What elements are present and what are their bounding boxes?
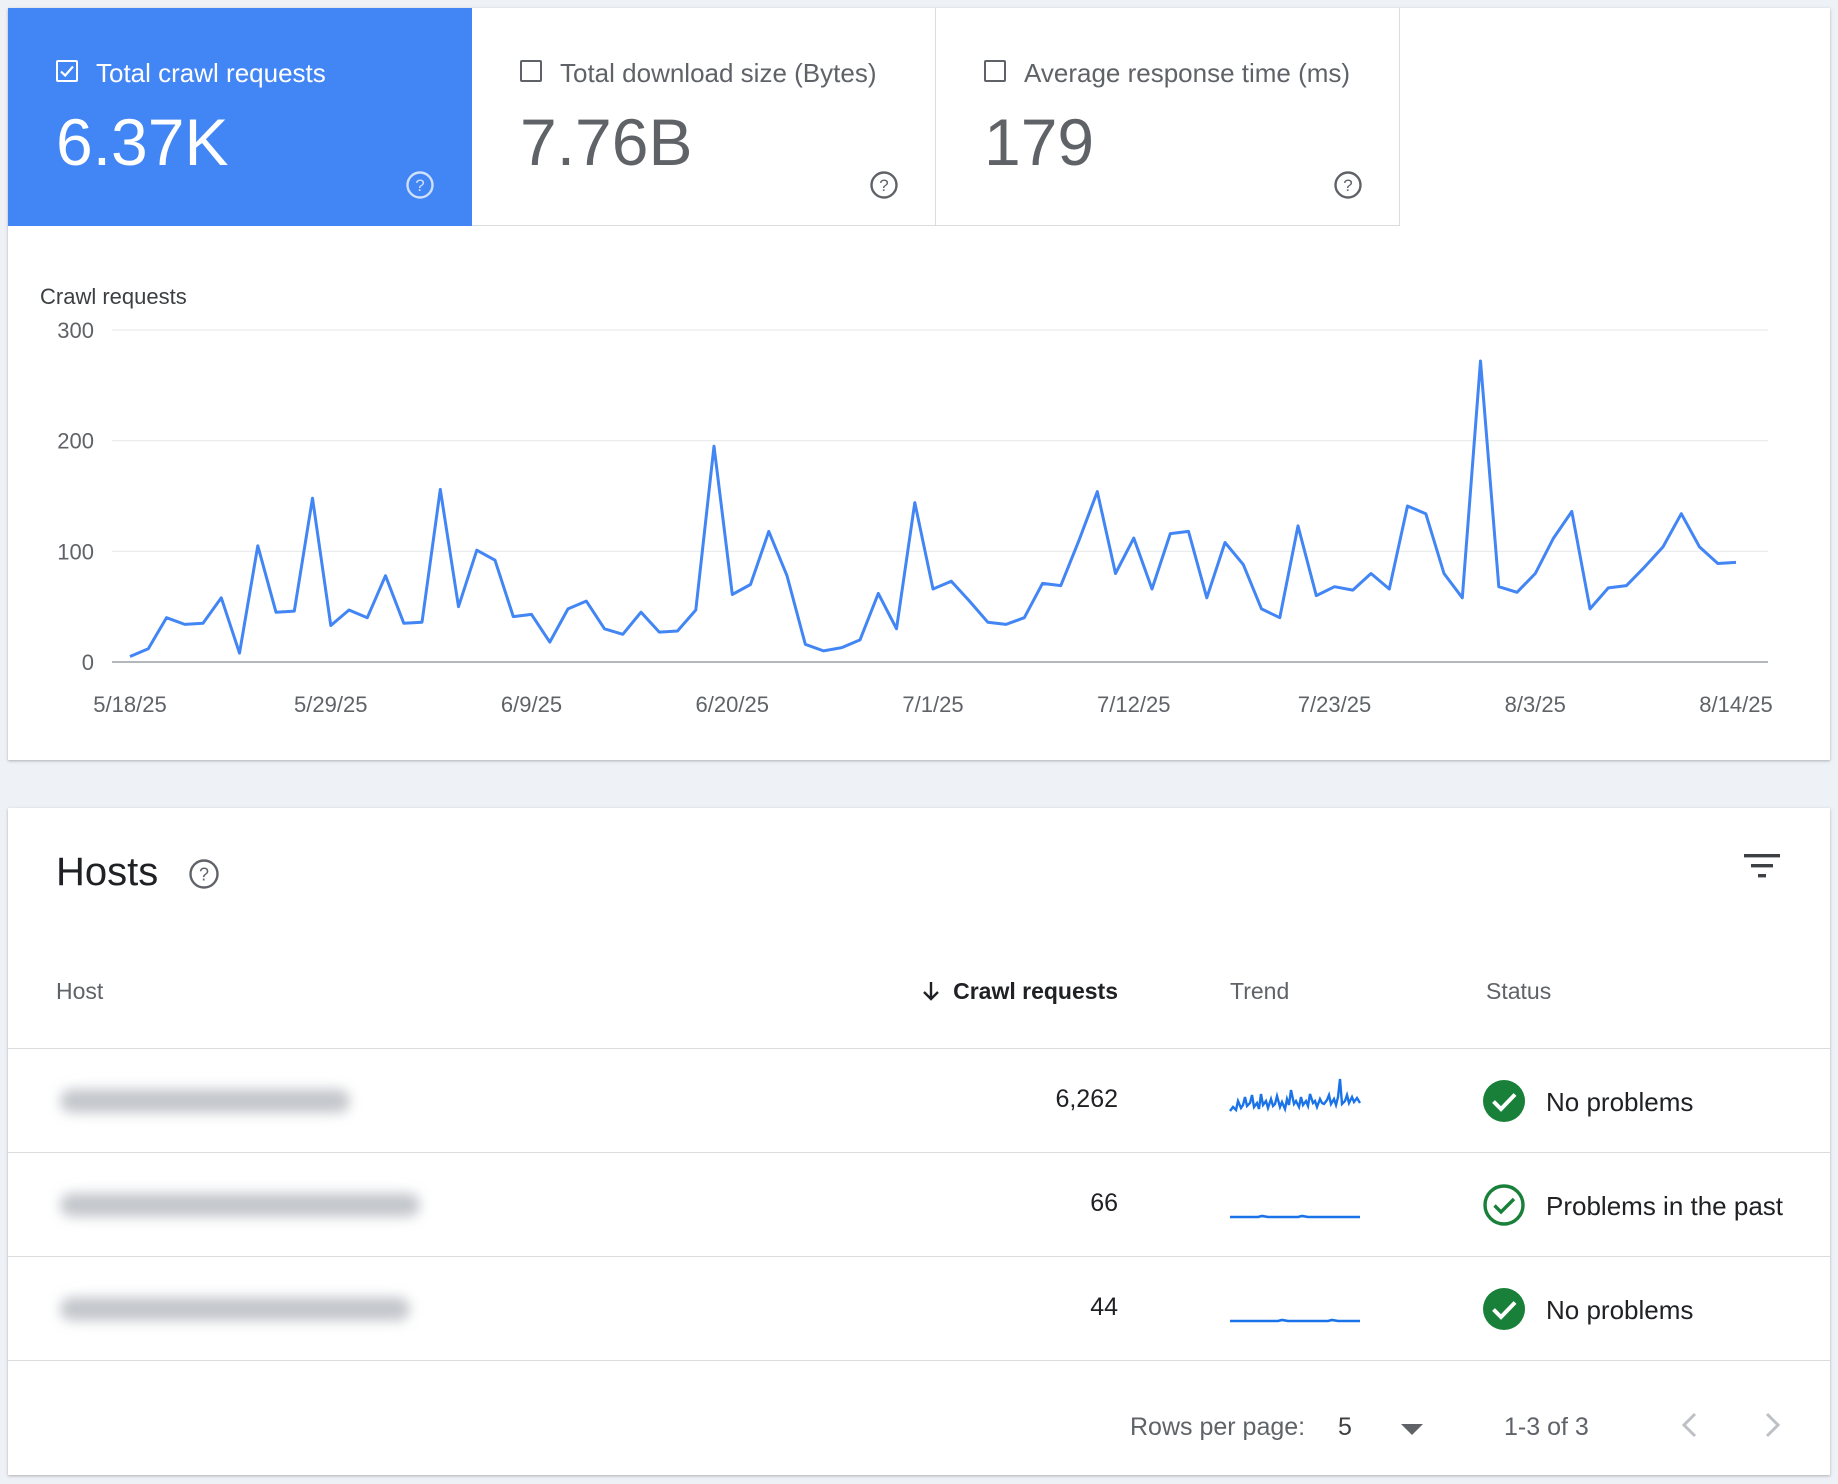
y-tick-label: 0 [82,650,94,675]
rows-per-page-select[interactable]: 5 [1338,1413,1352,1442]
chart-title: Crawl requests [40,284,187,309]
column-header-status[interactable]: Status [1486,978,1551,1005]
y-tick-label: 300 [57,318,94,343]
dropdown-arrow-icon[interactable] [1400,1423,1424,1437]
column-header-trend: Trend [1230,978,1290,1004]
page-range: 1-3 of 3 [1504,1413,1589,1441]
metric-value: 179 [984,105,1095,179]
x-axis: 5/18/25 5/29/25 6/9/25 6/20/25 7/1/25 7/12/25… [93,692,1772,717]
metric-tile-average-response-time[interactable]: Average response time (ms) 179 ? [936,8,1400,226]
svg-text:?: ? [879,176,888,195]
check-circle-outline-icon [1483,1184,1525,1226]
trend-sparkline [1229,1078,1362,1114]
column-header-label: Crawl requests [953,978,1118,1004]
filter-icon[interactable] [1742,850,1782,882]
crawl-requests-value: 66 [1090,1189,1118,1217]
y-tick-label: 100 [57,539,94,564]
status-text: No problems [1546,1295,1694,1325]
table-row[interactable]: 66 Problems in the past [8,1153,1830,1257]
help-icon[interactable]: ? [188,858,220,890]
metric-label: Total download size (Bytes) [560,58,877,88]
status-text: No problems [1546,1087,1694,1117]
check-circle-filled-icon [1483,1288,1525,1330]
column-header-crawl-requests[interactable]: Crawl requests [919,978,1118,1005]
svg-text:?: ? [199,865,209,885]
x-tick-label: 7/1/25 [902,692,963,717]
divider [8,1360,1830,1361]
y-axis: 0 100 200 300 [57,318,94,675]
column-header-host[interactable]: Host [56,978,103,1005]
rows-per-page-label: Rows per page: [1130,1413,1306,1441]
status-text: Problems in the past [1546,1191,1784,1221]
metric-label: Total crawl requests [96,58,326,88]
y-tick-label: 200 [57,429,94,454]
x-tick-label: 5/29/25 [294,692,367,717]
chevron-right-icon[interactable] [1754,1407,1790,1443]
help-icon[interactable]: ? [869,170,899,200]
table-row[interactable]: 44 No problems [8,1257,1830,1361]
sort-down-arrow-icon [923,982,939,1001]
checkbox-unchecked-icon[interactable] [520,60,542,82]
svg-text:?: ? [415,176,424,195]
x-tick-label: 8/3/25 [1505,692,1566,717]
help-icon[interactable]: ? [1333,170,1363,200]
hosts-title: Hosts [56,850,159,894]
chart-grid [112,329,1768,663]
trend-sparkline [1230,1318,1360,1323]
svg-text:?: ? [1343,176,1352,195]
chart-series [129,359,1737,658]
metric-label: Average response time (ms) [1024,58,1351,88]
chevron-left-icon[interactable] [1672,1407,1708,1443]
table-row[interactable]: 6,262 No problems [8,1049,1830,1153]
check-circle-filled-icon [1483,1080,1525,1122]
crawl-requests-value: 44 [1090,1293,1118,1321]
checkbox-checked-icon[interactable] [56,60,78,82]
x-tick-label: 6/9/25 [501,692,562,717]
metric-tile-total-crawl-requests[interactable]: Total crawl requests 6.37K ? [8,8,472,226]
host-name-redacted [60,1089,350,1113]
metric-value: 6.37K [56,105,229,179]
x-tick-label: 7/12/25 [1097,692,1170,717]
host-name-redacted [60,1297,410,1321]
x-tick-label: 8/14/25 [1699,692,1772,717]
crawl-requests-value: 6,262 [1055,1085,1118,1113]
series-line [129,359,1737,658]
crawl-requests-chart: Crawl requests 0 100 200 300 5/18/25 5/29/25… [40,284,1773,717]
x-tick-label: 7/23/25 [1298,692,1371,717]
host-name-redacted [60,1193,420,1217]
trend-sparkline [1230,1214,1360,1219]
x-tick-label: 6/20/25 [696,692,769,717]
x-tick-label: 5/18/25 [93,692,166,717]
help-icon[interactable]: ? [405,170,435,200]
metric-tile-total-download-size[interactable]: Total download size (Bytes) 7.76B ? [472,8,936,226]
checkbox-unchecked-icon[interactable] [984,60,1006,82]
hosts-card: Hosts ? Host Crawl requests Trend Status… [8,808,1830,1475]
metric-value: 7.76B [520,105,693,179]
pagination-footer: Rows per page: 5 1-3 of 3 [8,1373,1830,1473]
crawl-stats-card: Total crawl requests 6.37K ? Total downl… [8,8,1830,760]
